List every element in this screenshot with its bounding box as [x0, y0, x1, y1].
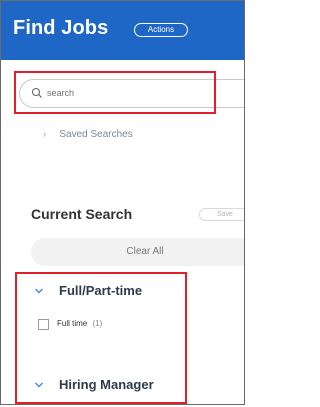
clear-all-button[interactable]: Clear All [31, 238, 244, 266]
page-title: Find Jobs [13, 17, 109, 39]
saved-searches-label: Saved Searches [59, 129, 133, 140]
save-search-button[interactable]: Save [199, 208, 244, 221]
current-search-heading: Current Search [31, 206, 133, 222]
actions-button[interactable]: Actions [134, 23, 188, 37]
find-jobs-panel: Find Jobs Actions › Saved Searches Curre… [0, 0, 245, 405]
filters-highlight-box [15, 272, 187, 404]
search-highlight-box [14, 71, 216, 114]
chevron-right-icon: › [43, 129, 47, 140]
header-bar: Find Jobs Actions [1, 1, 244, 60]
saved-searches-toggle[interactable]: › Saved Searches [43, 129, 133, 140]
